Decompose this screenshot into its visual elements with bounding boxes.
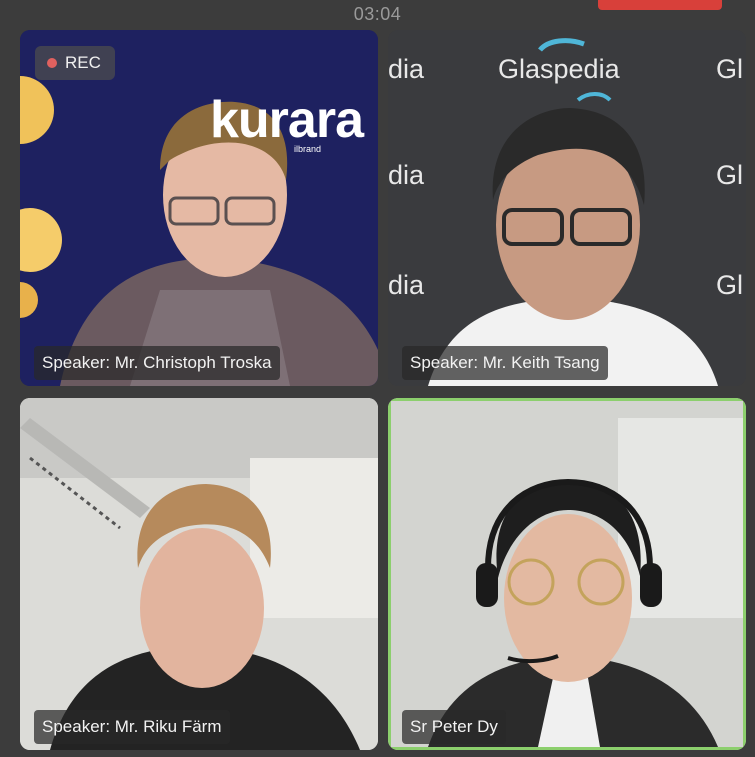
- backdrop-logo-sub: ilbrand: [294, 144, 322, 154]
- backdrop-fragment: Gl: [716, 160, 743, 190]
- record-dot-icon: [47, 58, 57, 68]
- video-tile-riku-farm[interactable]: Speaker: Mr. Riku Färm: [20, 398, 378, 750]
- video-feed: [20, 30, 378, 386]
- backdrop-logo: Glaspedia: [498, 54, 620, 84]
- participant-name: Speaker: Mr. Christoph Troska: [34, 346, 280, 380]
- meeting-timer: 03:04: [353, 4, 402, 24]
- participant-name: Speaker: Mr. Keith Tsang: [402, 346, 608, 380]
- recording-badge: REC: [35, 46, 115, 80]
- video-feed: [20, 398, 378, 750]
- recording-label: REC: [65, 53, 101, 72]
- video-feed: [391, 401, 743, 747]
- video-tile-christoph-troska[interactable]: kurara ilbrand REC Speaker: Mr. Christop…: [20, 30, 378, 386]
- video-tile-keith-tsang[interactable]: dia Glaspedia Gl dia Gl dia Gl Speaker: …: [388, 30, 746, 386]
- backdrop-fragment: dia: [388, 54, 425, 84]
- backdrop-fragment: Gl: [716, 54, 743, 84]
- backdrop-fragment: dia: [388, 160, 425, 190]
- video-tile-peter-dy[interactable]: Sr Peter Dy: [388, 398, 746, 750]
- backdrop-logo: kurara: [210, 91, 364, 149]
- backdrop-fragment: dia: [388, 270, 425, 300]
- backdrop-fragment: Gl: [716, 270, 743, 300]
- participant-name: Speaker: Mr. Riku Färm: [34, 710, 230, 744]
- participant-name: Sr Peter Dy: [402, 710, 506, 744]
